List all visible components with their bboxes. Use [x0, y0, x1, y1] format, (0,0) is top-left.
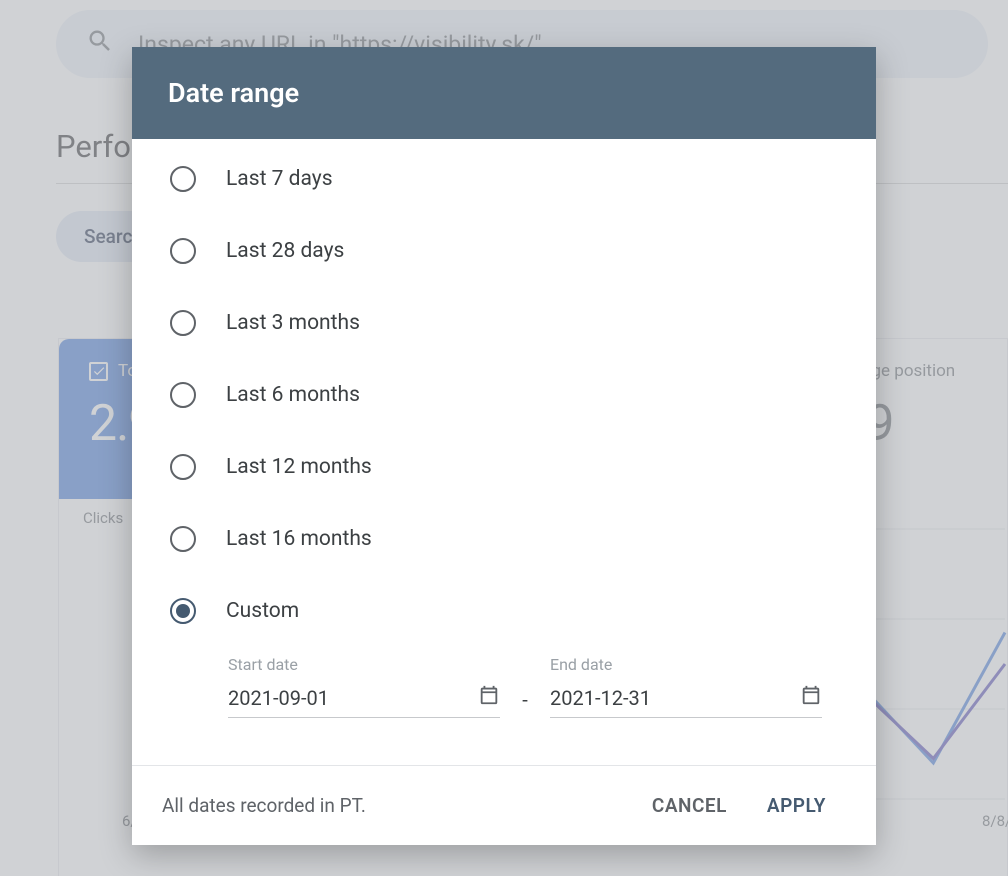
- radio-checked-icon: [170, 598, 196, 624]
- radio-unchecked-icon: [170, 238, 196, 264]
- timezone-note: All dates recorded in PT.: [162, 794, 632, 817]
- radio-option-last-16-months[interactable]: Last 16 months: [170, 503, 876, 575]
- radio-unchecked-icon: [170, 166, 196, 192]
- radio-label: Last 7 days: [226, 167, 333, 191]
- custom-date-fields: Start date 2021-09-01 - End date 2021-12…: [170, 655, 876, 718]
- radio-label: Last 12 months: [226, 455, 372, 479]
- start-date-value[interactable]: 2021-09-01: [228, 686, 478, 710]
- radio-option-custom[interactable]: Custom: [170, 575, 876, 647]
- radio-unchecked-icon: [170, 526, 196, 552]
- radio-label: Last 3 months: [226, 311, 360, 335]
- radio-label: Last 16 months: [226, 527, 372, 551]
- calendar-icon[interactable]: [800, 684, 822, 711]
- radio-option-last-28-days[interactable]: Last 28 days: [170, 215, 876, 287]
- radio-unchecked-icon: [170, 310, 196, 336]
- radio-unchecked-icon: [170, 454, 196, 480]
- end-date-field[interactable]: End date 2021-12-31: [550, 655, 822, 718]
- start-date-field[interactable]: Start date 2021-09-01: [228, 655, 500, 718]
- radio-option-last-3-months[interactable]: Last 3 months: [170, 287, 876, 359]
- date-range-separator: -: [515, 688, 535, 718]
- calendar-icon[interactable]: [478, 684, 500, 711]
- end-date-value[interactable]: 2021-12-31: [550, 686, 800, 710]
- radio-label: Last 28 days: [226, 239, 344, 263]
- radio-option-last-7-days[interactable]: Last 7 days: [170, 143, 876, 215]
- dialog-footer: All dates recorded in PT. CANCEL APPLY: [132, 765, 876, 845]
- start-date-label: Start date: [228, 655, 500, 674]
- radio-unchecked-icon: [170, 382, 196, 408]
- end-date-label: End date: [550, 655, 822, 674]
- radio-option-last-6-months[interactable]: Last 6 months: [170, 359, 876, 431]
- dialog-body[interactable]: Last 7 days Last 28 days Last 3 months Last…: [132, 139, 876, 765]
- cancel-button[interactable]: CANCEL: [632, 786, 747, 825]
- radio-label: Last 6 months: [226, 383, 360, 407]
- apply-button[interactable]: APPLY: [747, 786, 846, 825]
- radio-label: Custom: [226, 599, 299, 623]
- dialog-title: Date range: [132, 47, 876, 139]
- date-range-dialog: Date range Last 7 days Last 28 days Last 3…: [132, 47, 876, 845]
- radio-option-last-12-months[interactable]: Last 12 months: [170, 431, 876, 503]
